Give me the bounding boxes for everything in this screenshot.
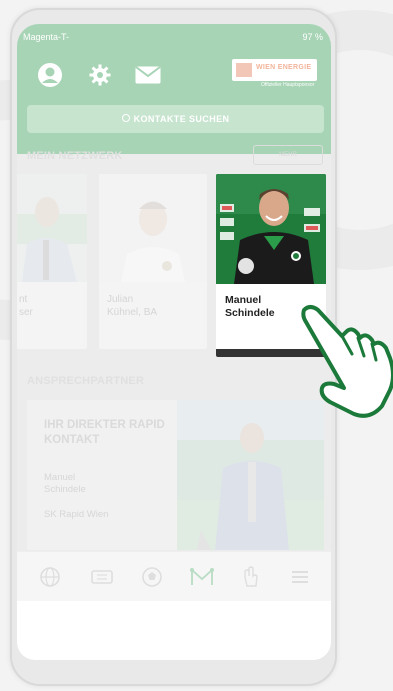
contact-name-line: Schindele	[225, 307, 275, 319]
app-screen: Magenta-T- 97 % WIEN ENERGIE Offizieller…	[17, 24, 331, 660]
battery-label: 97 %	[302, 32, 323, 42]
ticket-icon[interactable]	[90, 566, 114, 588]
app-header: Magenta-T- 97 % WIEN ENERGIE Offizieller…	[17, 24, 331, 154]
gear-icon[interactable]	[89, 64, 111, 86]
status-bar: Magenta-T- 97 %	[17, 24, 331, 50]
contact-name: nt ser	[19, 293, 33, 319]
pointing-hand-icon	[301, 305, 393, 418]
tutorial-stage: Magenta-T- 97 % WIEN ENERGIE Offizieller…	[0, 0, 393, 691]
direct-contact-club: SK Rapid Wien	[44, 509, 109, 520]
direct-contact-name-line: Schindele	[44, 484, 86, 495]
direct-contact-photo	[177, 400, 324, 550]
network-section-title: MEIN NETZWERK	[27, 150, 123, 162]
contact-name-line: Kühnel, BA	[107, 307, 158, 318]
search-icon	[121, 114, 130, 122]
globe-icon[interactable]	[39, 566, 61, 588]
bottom-tab-bar	[17, 551, 331, 601]
direct-contact-card[interactable]: IHR DIREKTER RAPID KONTAKT Manuel Schind…	[27, 400, 324, 550]
contact-name: Julian Kühnel, BA	[107, 293, 157, 319]
contact-name: Manuel Schindele	[225, 294, 275, 320]
contact-photo	[99, 174, 207, 282]
direct-contact-name: Manuel Schindele	[44, 472, 86, 496]
contacts-section-title: ANSPRECHPARTNER	[27, 375, 145, 387]
profile-icon[interactable]	[37, 62, 63, 88]
contact-name-line: Julian	[107, 294, 134, 305]
network-icon[interactable]	[189, 566, 215, 588]
sponsor-logo: WIEN ENERGIE	[232, 59, 317, 81]
search-contacts-label: KONTAKTE SUCHEN	[133, 114, 230, 124]
direct-contact-text: IHR DIREKTER RAPID KONTAKT Manuel Schind…	[27, 400, 177, 550]
menu-icon[interactable]	[289, 566, 311, 588]
search-contacts-button[interactable]: KONTAKTE SUCHEN	[27, 105, 324, 133]
football-icon[interactable]	[141, 566, 163, 588]
home-area	[17, 601, 331, 660]
sponsor-subtitle: Offizieller Hauptsponsor	[261, 82, 315, 88]
hand-icon[interactable]	[239, 566, 261, 588]
carrier-label: Magenta-T-	[23, 32, 70, 42]
direct-contact-name-line: Manuel	[44, 472, 76, 483]
direct-contact-title: IHR DIREKTER RAPID KONTAKT	[44, 419, 165, 446]
contact-name-line: nt	[19, 294, 28, 305]
contact-photo	[216, 174, 326, 284]
mail-icon[interactable]	[135, 66, 161, 84]
contact-name-line: ser	[19, 307, 33, 318]
sponsor-name: WIEN ENERGIE	[256, 64, 312, 71]
network-card[interactable]: nt ser	[17, 174, 87, 349]
sponsor-mark-icon	[236, 63, 252, 77]
more-button[interactable]: MEHR	[253, 145, 323, 165]
network-card[interactable]: Julian Kühnel, BA	[99, 174, 207, 349]
contact-photo	[17, 174, 87, 282]
contact-name-line: Manuel	[225, 294, 262, 306]
